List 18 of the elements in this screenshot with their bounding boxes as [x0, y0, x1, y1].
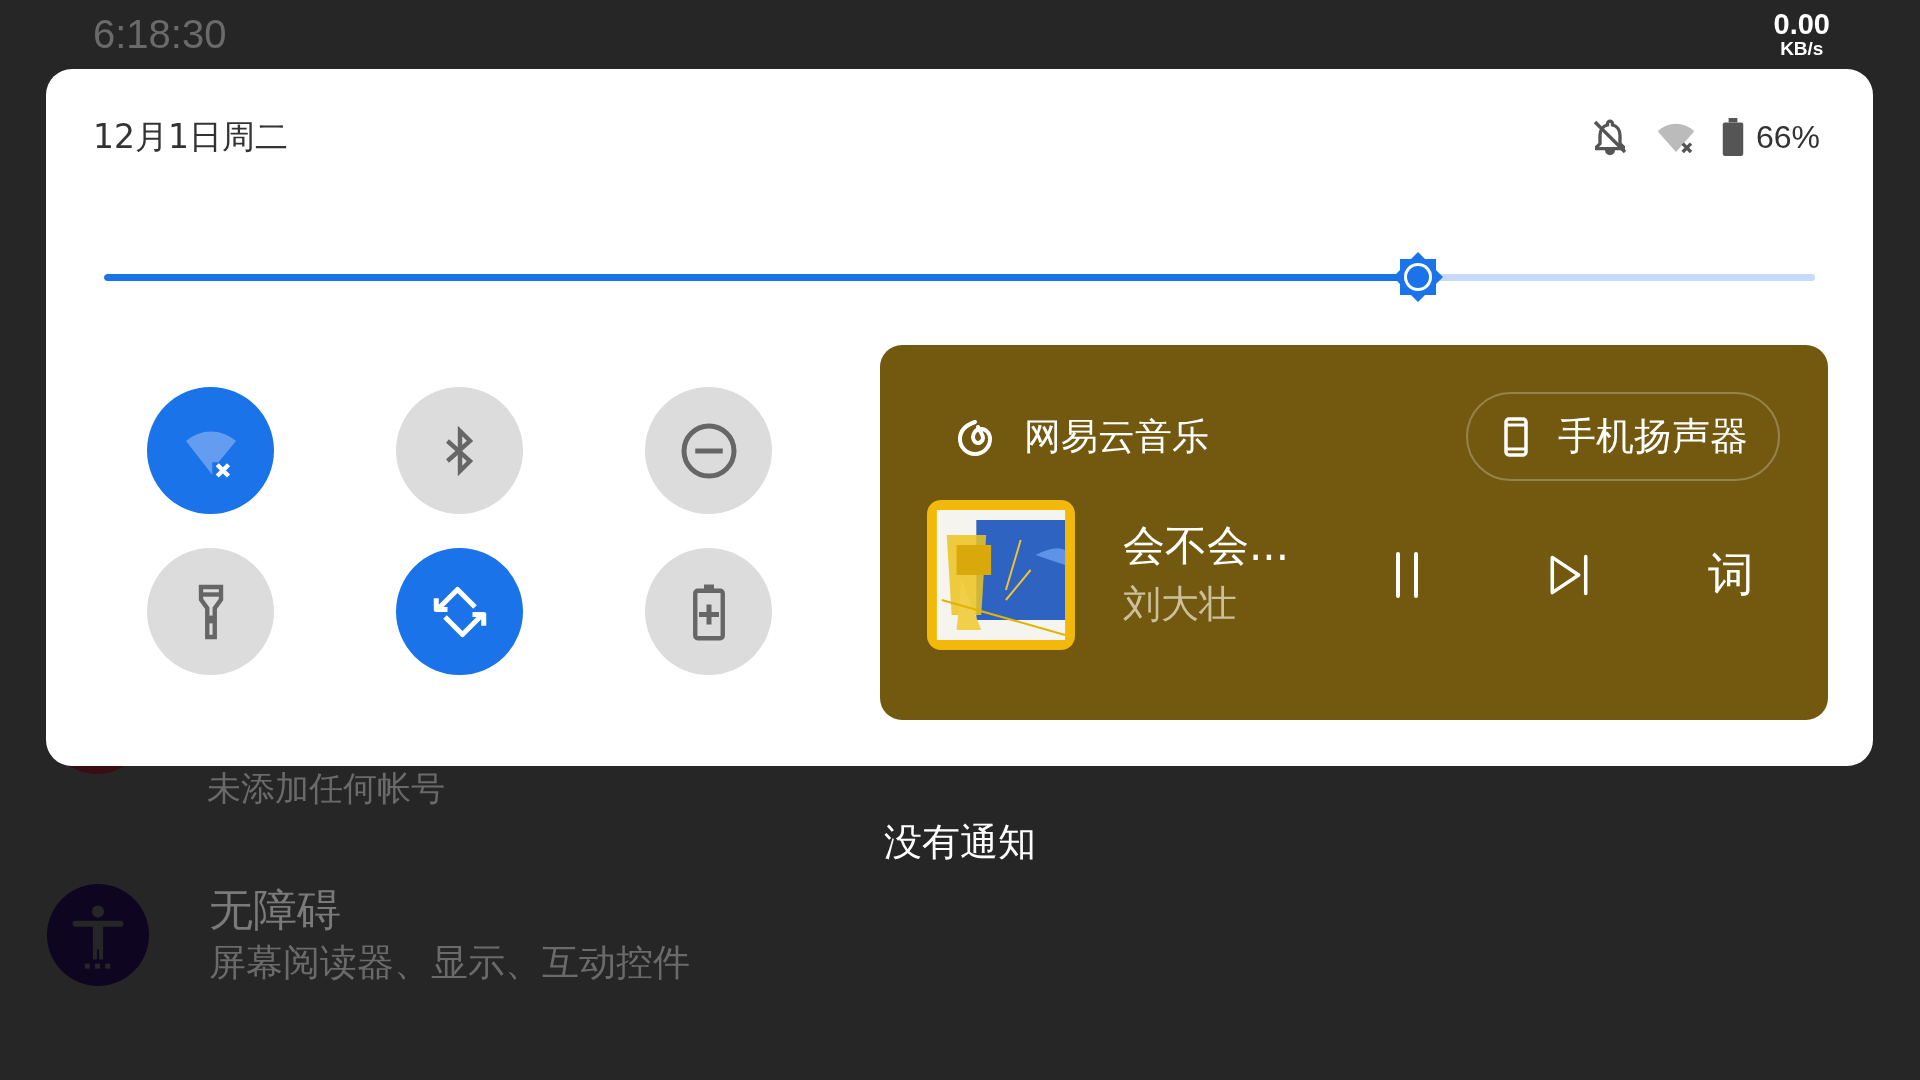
track-artist: 刘大壮 — [1122, 581, 1238, 628]
date-text: 12月1日周二 — [93, 115, 288, 158]
accessibility-icon — [47, 884, 149, 986]
net-speed-value: 0.00 — [1773, 10, 1830, 39]
battery-percent: 66% — [1755, 118, 1820, 156]
net-speed-unit: KB/s — [1780, 39, 1824, 58]
accessibility-subtitle: 屏幕阅读器、显示、互动控件 — [209, 940, 690, 986]
battery-icon — [1721, 118, 1744, 156]
accounts-subtitle: 未添加任何帐号 — [207, 768, 445, 808]
accessibility-title: 无障碍 — [209, 883, 342, 937]
no-notifications-text: 没有通知 — [884, 820, 1036, 864]
app-name: 网易云音乐 — [1024, 413, 1210, 460]
lyrics-button[interactable]: 词 — [1681, 525, 1780, 625]
output-device-button[interactable]: 手机扬声器 — [1466, 392, 1780, 481]
track-title: 会不会... — [1122, 520, 1290, 572]
phone-icon — [1504, 416, 1528, 457]
status-time: 6:18:30 — [93, 11, 227, 57]
brightness-slider[interactable] — [104, 250, 1815, 304]
